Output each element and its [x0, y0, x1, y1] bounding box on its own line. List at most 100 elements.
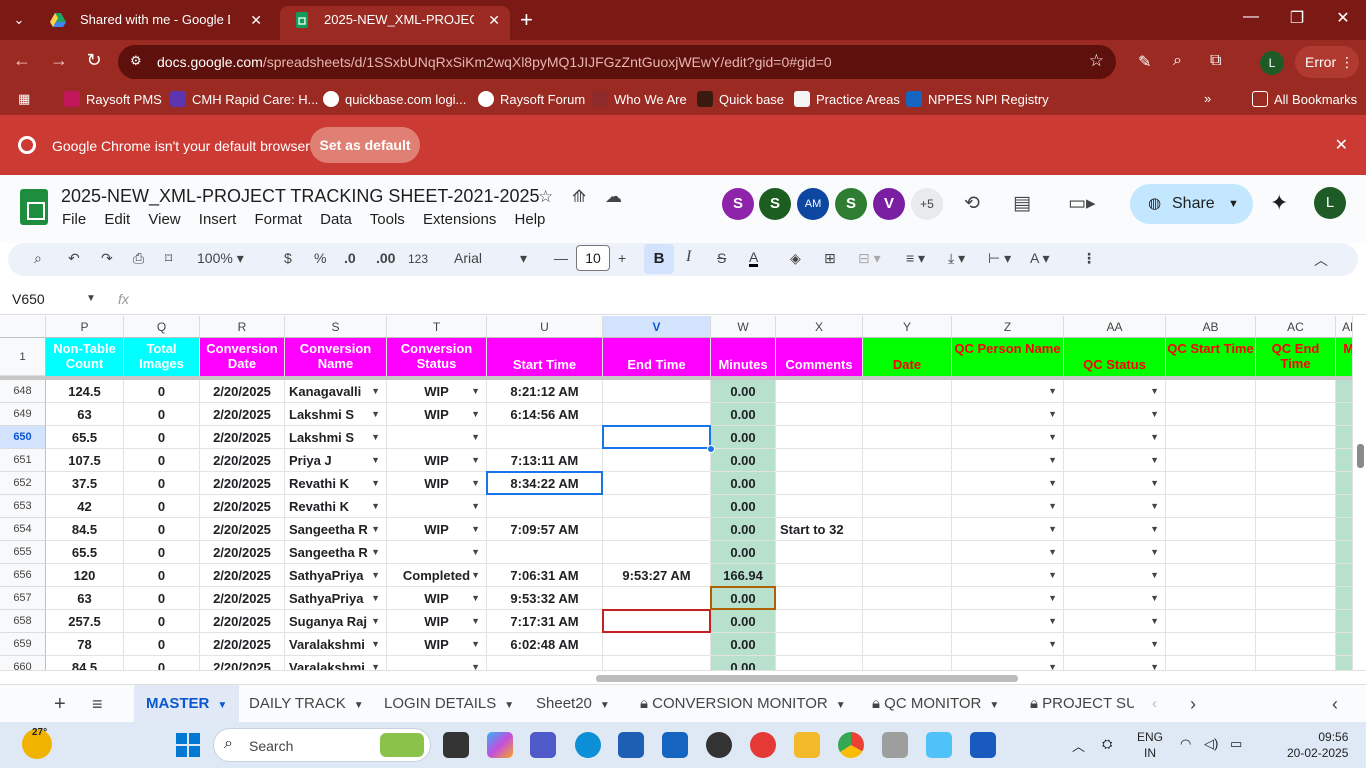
row-header[interactable]: 652 — [0, 472, 46, 495]
dropdown-arrow-icon[interactable]: ▼ — [1048, 426, 1057, 448]
dropdown-arrow-icon[interactable]: ▼ — [1150, 495, 1159, 517]
table-cell[interactable] — [603, 495, 711, 518]
table-cell[interactable]: Varalakshmi ▼ — [285, 656, 387, 670]
move-icon[interactable]: ⟰ — [572, 187, 586, 206]
text-color-button[interactable]: A — [749, 250, 759, 267]
bookmark-star-icon[interactable]: ☆ — [1089, 51, 1104, 71]
table-cell[interactable]: 0.00 — [711, 449, 776, 472]
sheet-tab-qc-monitor[interactable]: 🔒︎ QC MONITOR ▼ — [872, 685, 999, 723]
table-cell[interactable]: 2/20/2025 — [200, 564, 285, 587]
borders-icon[interactable]: ⊞ — [824, 250, 836, 267]
table-cell[interactable] — [863, 633, 952, 656]
dropdown-arrow-icon[interactable]: ▼ — [1048, 380, 1057, 402]
table-cell[interactable] — [1166, 587, 1256, 610]
table-cell[interactable] — [603, 633, 711, 656]
table-cell[interactable] — [863, 495, 952, 518]
dropdown-arrow-icon[interactable]: ▼ — [1048, 518, 1057, 540]
column-header[interactable]: AC — [1256, 316, 1336, 338]
table-cell[interactable]: WIP ▼ — [387, 449, 487, 472]
table-cell[interactable]: 0 — [124, 633, 200, 656]
menu-tools[interactable]: Tools — [370, 211, 405, 228]
dropdown-arrow-icon[interactable]: ▼ — [1048, 449, 1057, 471]
dropdown-arrow-icon[interactable]: ▼ — [371, 518, 380, 540]
dropdown-arrow-icon[interactable]: ▼ — [1150, 541, 1159, 563]
column-header[interactable]: Q — [124, 316, 200, 338]
bookmark-quick-base[interactable]: Quick base — [697, 91, 784, 107]
dell-icon[interactable] — [706, 732, 732, 758]
meet-icon[interactable]: ▭▸ — [1068, 192, 1096, 215]
dropdown-arrow-icon[interactable]: ▼ — [1150, 656, 1159, 670]
table-cell[interactable]: 0.00 — [711, 518, 776, 541]
table-cell[interactable] — [863, 564, 952, 587]
bookmark-nppes[interactable]: NPPES NPI Registry — [906, 91, 1049, 107]
row-header[interactable]: 659 — [0, 633, 46, 656]
vertical-align-icon[interactable]: ⤓ ▾ — [948, 250, 965, 267]
collaborator-avatar[interactable]: S — [835, 188, 867, 220]
table-cell[interactable]: ▼ — [1064, 518, 1166, 541]
taskbar-search[interactable]: ⌕ Search — [213, 728, 431, 762]
apps-grid-icon[interactable]: ▦ — [18, 91, 30, 107]
italic-button[interactable]: I — [686, 248, 691, 266]
dropdown-arrow-icon[interactable]: ▼ — [1150, 610, 1159, 632]
table-cell[interactable]: ▼ — [387, 495, 487, 518]
table-cell[interactable] — [776, 656, 863, 670]
menu-edit[interactable]: Edit — [104, 211, 130, 228]
close-icon[interactable]: ✕ — [1335, 135, 1348, 155]
collaborator-avatar[interactable]: S — [759, 188, 791, 220]
header-cell[interactable]: Total Images — [124, 338, 200, 376]
column-header[interactable]: Z — [952, 316, 1064, 338]
share-dropdown-icon[interactable]: ▼ — [1228, 184, 1239, 224]
dropdown-arrow-icon[interactable]: ▼ — [371, 449, 380, 471]
print-icon[interactable]: ⎙ — [133, 250, 144, 267]
text-rotation-icon[interactable]: A ▾ — [1030, 250, 1049, 267]
header-cell[interactable]: Start Time — [487, 338, 603, 376]
table-cell[interactable] — [1166, 403, 1256, 426]
row-header[interactable]: 660 — [0, 656, 46, 670]
row-header[interactable]: 657 — [0, 587, 46, 610]
table-cell[interactable] — [1166, 564, 1256, 587]
header-cell[interactable]: Minutes — [711, 338, 776, 376]
table-cell[interactable]: WIP ▼ — [387, 380, 487, 403]
dropdown-arrow-icon[interactable]: ▼ — [1150, 633, 1159, 655]
table-cell[interactable]: ▼ — [1064, 656, 1166, 670]
bold-button[interactable]: B — [644, 244, 674, 274]
set-default-button[interactable]: Set as default — [310, 127, 420, 163]
app-icon[interactable] — [882, 732, 908, 758]
table-cell[interactable] — [1256, 495, 1336, 518]
currency-format[interactable]: $ — [284, 250, 292, 266]
menu-insert[interactable]: Insert — [199, 211, 237, 228]
collaborator-avatar[interactable]: S — [722, 188, 754, 220]
table-cell[interactable]: ▼ — [952, 518, 1064, 541]
dropdown-arrow-icon[interactable]: ▼ — [371, 403, 380, 425]
row-header[interactable]: 656 — [0, 564, 46, 587]
table-cell[interactable]: 0 — [124, 541, 200, 564]
table-cell[interactable] — [1166, 426, 1256, 449]
extensions-icon[interactable]: ⧉ — [1210, 52, 1221, 70]
table-cell[interactable]: WIP ▼ — [387, 633, 487, 656]
table-cell[interactable] — [603, 403, 711, 426]
reload-icon[interactable]: ↻ — [82, 50, 106, 71]
table-cell[interactable]: 78 — [46, 633, 124, 656]
header-cell[interactable]: Conversion Name — [285, 338, 387, 376]
dropdown-arrow-icon[interactable]: ▼ — [371, 472, 380, 494]
table-cell[interactable]: ▼ — [952, 633, 1064, 656]
table-cell[interactable]: ▼ — [952, 380, 1064, 403]
close-tab-icon[interactable]: ✕ — [488, 6, 500, 34]
spreadsheet-grid[interactable]: P Q R S T U V W X Y Z AA AB AC AD 1 Non-Table Count Total… — [0, 316, 1366, 670]
table-cell[interactable]: 6:02:48 AM — [487, 633, 603, 656]
column-header[interactable]: X — [776, 316, 863, 338]
table-cell[interactable] — [1256, 380, 1336, 403]
column-header[interactable]: W — [711, 316, 776, 338]
table-cell[interactable] — [863, 587, 952, 610]
error-menu-button[interactable]: Error ⋮ — [1295, 46, 1359, 78]
table-cell[interactable]: 2/20/2025 — [200, 495, 285, 518]
table-cell[interactable] — [776, 403, 863, 426]
sheet-tab-login-details[interactable]: LOGIN DETAILS ▼ — [384, 685, 514, 723]
task-view-icon[interactable] — [443, 732, 469, 758]
table-cell[interactable]: 2/20/2025 — [200, 587, 285, 610]
dropdown-arrow-icon[interactable]: ▼ — [1150, 403, 1159, 425]
column-header[interactable]: U — [487, 316, 603, 338]
table-cell[interactable]: 0 — [124, 518, 200, 541]
row-header[interactable]: 1 — [0, 338, 46, 376]
gemini-icon[interactable]: ✦ — [1270, 190, 1288, 216]
